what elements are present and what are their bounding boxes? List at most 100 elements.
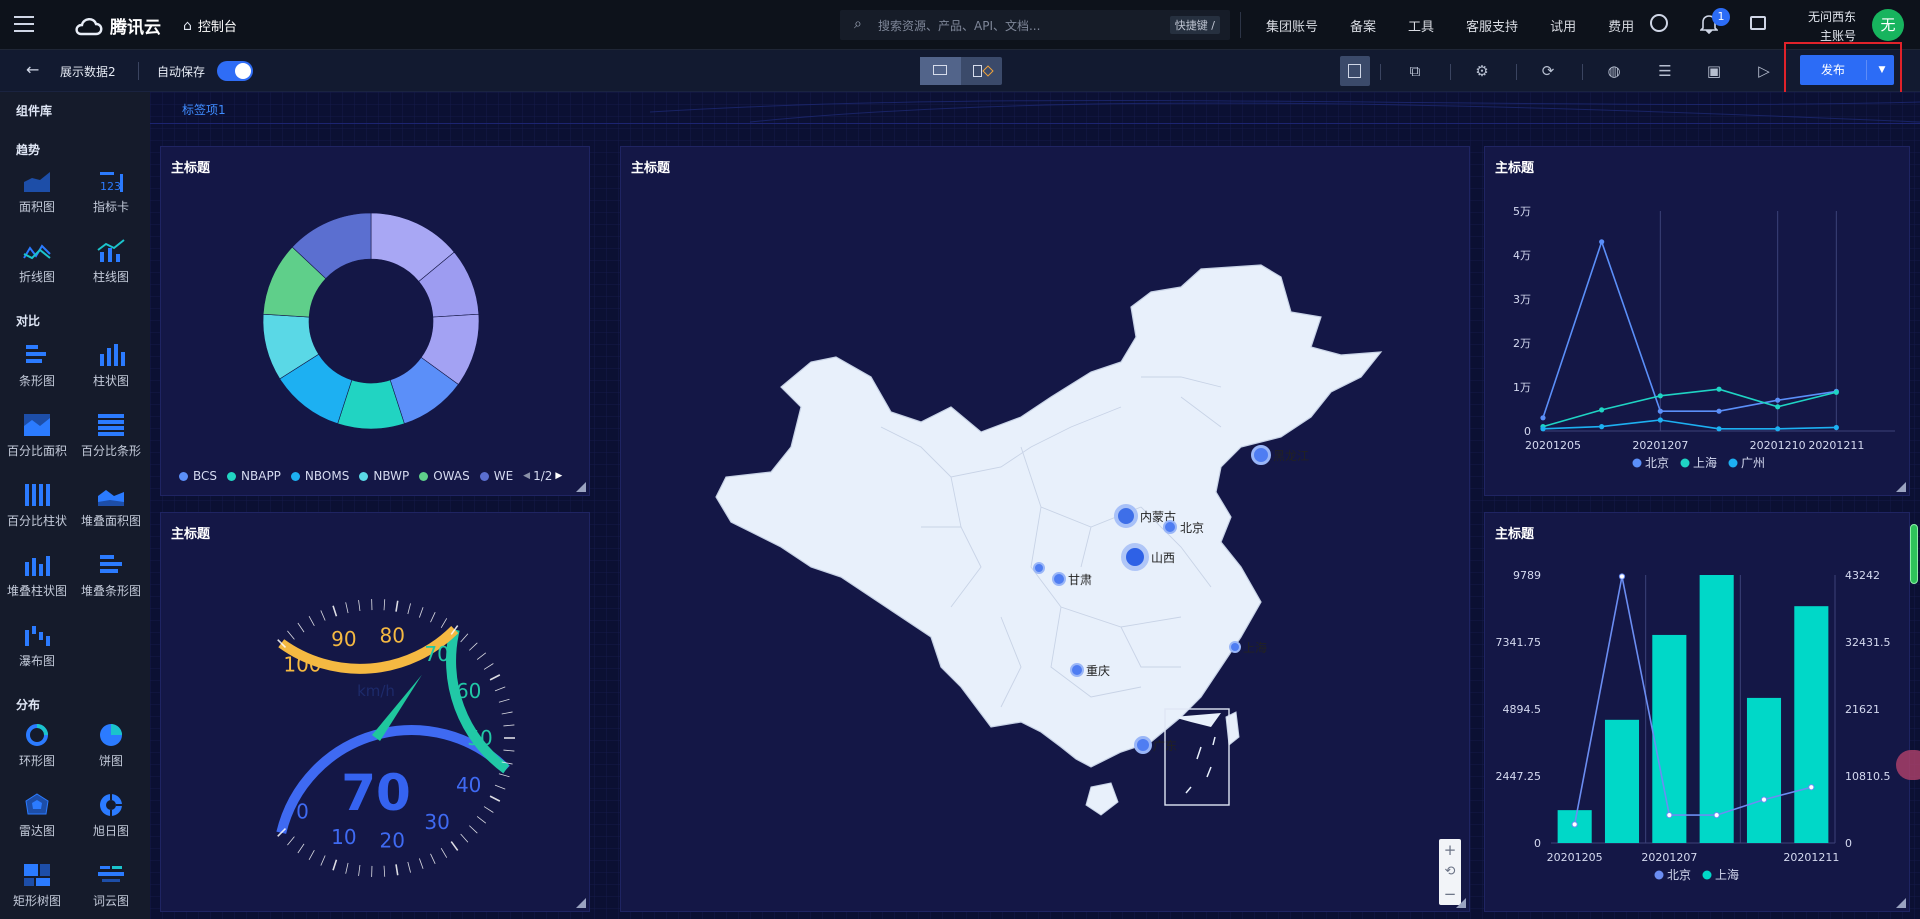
component-radar[interactable]: 雷达图 bbox=[2, 792, 72, 839]
data-point bbox=[1775, 404, 1781, 410]
publish-button[interactable]: 发布 bbox=[1800, 55, 1866, 85]
nav-tools[interactable]: 工具 bbox=[1408, 16, 1434, 35]
component-column-chart[interactable]: 柱状图 bbox=[76, 342, 146, 389]
console-link[interactable]: ⌂ 控制台 bbox=[183, 16, 237, 36]
bell-icon[interactable]: 1 bbox=[1699, 8, 1730, 37]
gauge-tick bbox=[358, 600, 361, 612]
legend-prev-icon[interactable]: ◀ bbox=[523, 471, 530, 481]
component-percent-column[interactable]: 百分比柱状 bbox=[2, 482, 72, 529]
component-label: 矩形树图 bbox=[12, 894, 61, 908]
sliders-icon[interactable]: ☰ bbox=[1655, 61, 1675, 81]
tab-label-1[interactable]: 标签项1 bbox=[182, 101, 226, 118]
y-tick-label: 0 bbox=[1524, 425, 1531, 438]
document-name[interactable]: 展示数据2 bbox=[60, 63, 116, 80]
component-bar-line-chart[interactable]: 柱线图 bbox=[76, 238, 146, 285]
user-info[interactable]: 无问西东 主账号 bbox=[1800, 8, 1856, 44]
legend-label: BCS bbox=[193, 469, 218, 483]
gauge-tick bbox=[407, 861, 411, 873]
zoom-in-icon[interactable]: + bbox=[1439, 839, 1461, 861]
desktop-view-button[interactable] bbox=[920, 57, 961, 85]
component-line-chart[interactable]: 折线图 bbox=[2, 238, 72, 285]
component-stacked-bar[interactable]: 堆叠条形图 bbox=[76, 552, 146, 599]
back-arrow-icon[interactable]: ← bbox=[26, 60, 39, 79]
component-donut[interactable]: 环形图 bbox=[2, 722, 72, 769]
legend-next-icon[interactable]: ▶ bbox=[555, 471, 562, 481]
gauge-tick bbox=[297, 622, 305, 633]
map-panel[interactable]: 主标题 黑龙江 内蒙古 北京 山西 甘肃 重庆 上海 广东 + ⟲ − bbox=[620, 146, 1470, 912]
component-stacked-area[interactable]: 堆叠面积图 bbox=[76, 482, 146, 529]
component-waterfall[interactable]: 瀑布图 bbox=[2, 622, 72, 669]
legend-label: OWAS bbox=[433, 469, 470, 483]
gauge-tick-label: 80 bbox=[380, 623, 405, 647]
legend-label: NBOMS bbox=[304, 469, 350, 483]
gauge-tick bbox=[407, 603, 411, 615]
component-treemap[interactable]: 矩形树图 bbox=[2, 862, 72, 909]
console-label: 控制台 bbox=[197, 20, 237, 35]
autosave-toggle[interactable] bbox=[217, 61, 253, 81]
floating-helper-button[interactable] bbox=[1896, 750, 1920, 780]
resize-handle-icon[interactable] bbox=[1896, 898, 1906, 908]
component-pie[interactable]: 饼图 bbox=[76, 722, 146, 769]
cloud-icon bbox=[75, 17, 103, 35]
component-label: 折线图 bbox=[18, 270, 55, 284]
resize-handle-icon[interactable] bbox=[576, 482, 586, 492]
china-map[interactable] bbox=[621, 147, 1471, 913]
mobile-view-button[interactable] bbox=[961, 57, 1002, 85]
nav-beian[interactable]: 备案 bbox=[1350, 16, 1376, 35]
search-box[interactable]: ⌕ 搜索资源、产品、API、文档... 快捷键 / bbox=[840, 10, 1230, 40]
line-chart[interactable]: 0 1万 2万 3万 4万 5万 20201205 20201207 20201210 20201… bbox=[1485, 147, 1911, 497]
nav-support[interactable]: 客服支持 bbox=[1466, 16, 1518, 35]
line-chart-panel[interactable]: 主标题 0 1万 2万 3万 4万 5万 20201205 20201207 20201210 2… bbox=[1484, 146, 1910, 496]
component-percent-area[interactable]: 百分比面积 bbox=[2, 412, 72, 459]
map-label: 山西 bbox=[1151, 551, 1176, 565]
search-input[interactable]: 搜索资源、产品、API、文档... bbox=[878, 17, 1040, 34]
component-word-cloud[interactable]: 词云图 bbox=[76, 862, 146, 909]
component-area-chart[interactable]: 面积图 bbox=[2, 168, 72, 215]
gauge-tick bbox=[383, 599, 386, 611]
legend-item[interactable]: NBAPP bbox=[227, 469, 281, 483]
rocket-icon[interactable] bbox=[1650, 14, 1668, 32]
donut-panel[interactable]: 主标题 BCS NBAPP NBOMS NBWP OWAS WE ◀ 1/2 ▶ bbox=[160, 146, 590, 496]
tool-icon[interactable] bbox=[1750, 16, 1766, 30]
gauge-tick bbox=[332, 605, 338, 617]
speed-gauge[interactable]: 0 10 20 30 40 50 60 70 80 90 100 km/h 70 bbox=[221, 583, 531, 883]
copy-icon[interactable]: ⧉ bbox=[1405, 61, 1425, 81]
gauge-tick bbox=[483, 663, 494, 670]
gauge-panel[interactable]: 主标题 0 10 20 30 40 50 60 70 80 90 100 km/h 70 bbox=[160, 512, 590, 912]
component-sunburst[interactable]: 旭日图 bbox=[76, 792, 146, 839]
reset-view-icon[interactable]: ⟲ bbox=[1439, 861, 1461, 883]
bar bbox=[1794, 606, 1829, 843]
legend-item[interactable]: OWAS bbox=[419, 469, 470, 483]
legend-item[interactable]: BCS bbox=[179, 469, 217, 483]
save-icon[interactable]: ▣ bbox=[1704, 61, 1724, 81]
legend-item[interactable]: NBWP bbox=[359, 469, 409, 483]
page-view-button[interactable] bbox=[1340, 56, 1370, 86]
avatar[interactable]: 无 bbox=[1872, 9, 1904, 41]
settings-icon[interactable]: ⚙ bbox=[1472, 61, 1492, 81]
component-stacked-column[interactable]: 堆叠柱状图 bbox=[2, 552, 72, 599]
resize-handle-icon[interactable] bbox=[1896, 482, 1906, 492]
gauge-tick bbox=[489, 795, 501, 802]
menu-icon[interactable] bbox=[14, 16, 34, 34]
legend-item[interactable]: NBOMS bbox=[290, 469, 350, 483]
legend-item[interactable]: WE bbox=[479, 469, 513, 483]
donut-chart[interactable] bbox=[259, 209, 483, 433]
bar-line-chart[interactable]: 0 2447.25 4894.5 7341.75 9789 0 10810.5 21621 32… bbox=[1485, 513, 1911, 913]
resize-handle-icon[interactable] bbox=[576, 898, 586, 908]
bar-line-chart-panel[interactable]: 主标题 0 2447.25 4894.5 7341.75 9789 0 10810.5 216… bbox=[1484, 512, 1910, 912]
legend-dot bbox=[1702, 870, 1712, 880]
publish-dropdown-icon[interactable]: ▼ bbox=[1872, 55, 1892, 85]
component-percent-bar[interactable]: 百分比条形 bbox=[76, 412, 146, 459]
nav-billing[interactable]: 费用 bbox=[1608, 16, 1634, 35]
preview-icon[interactable]: ▷ bbox=[1754, 61, 1774, 81]
refresh-icon[interactable]: ⟳ bbox=[1538, 61, 1558, 81]
nav-trial[interactable]: 试用 bbox=[1550, 16, 1576, 35]
data-point bbox=[1540, 415, 1546, 421]
nav-group-account[interactable]: 集团账号 bbox=[1266, 16, 1318, 35]
resize-handle-icon[interactable] bbox=[1456, 898, 1466, 908]
brand-logo[interactable]: 腾讯云 bbox=[74, 13, 161, 38]
component-kpi-card[interactable]: 123 指标卡 bbox=[76, 168, 146, 215]
palette-icon[interactable]: ◍ bbox=[1604, 61, 1624, 81]
scrollbar-thumb[interactable] bbox=[1910, 524, 1918, 584]
component-horizontal-bar[interactable]: 条形图 bbox=[2, 342, 72, 389]
